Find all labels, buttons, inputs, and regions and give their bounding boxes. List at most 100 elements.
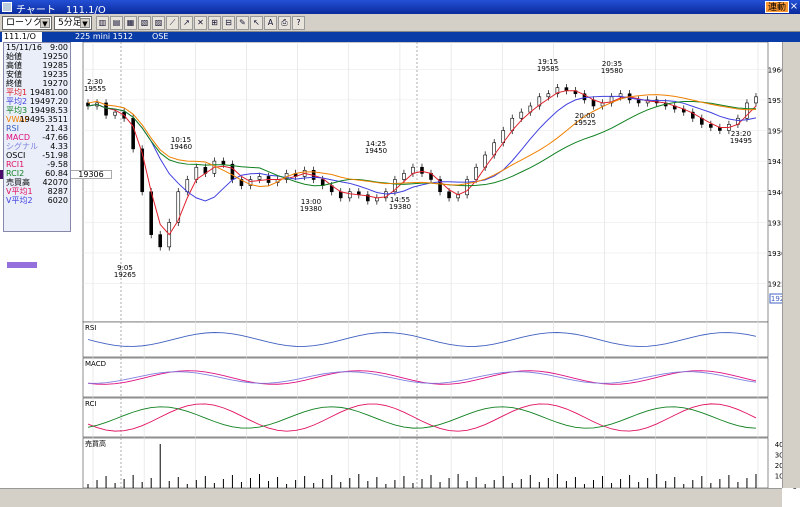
candle-body <box>447 191 451 199</box>
candle-body <box>347 191 352 199</box>
toolbar: ローソク ▼ 5分足 ▼ ▥ ▤ ▦ ▧ ▨ ⟋ ↗ ✕ ⊞ ⊟ ✎ ↖ A ⎙ ? <box>0 14 800 32</box>
candle-body <box>411 166 415 174</box>
candle-body <box>402 173 406 180</box>
candle-body <box>149 191 153 235</box>
info-row: MACD -47.66 <box>4 133 70 142</box>
info-key: 高値 <box>6 61 22 70</box>
interval-label: 5分足 <box>58 18 82 28</box>
candle-body <box>709 124 713 128</box>
candle-body <box>420 166 424 174</box>
info-key: OSCI <box>6 151 26 160</box>
info-key: 平均3 <box>6 106 28 115</box>
annotation-price: 19265 <box>114 271 136 279</box>
info-key: 15/11/16 <box>6 43 42 52</box>
candle-body <box>636 99 641 104</box>
candle-icon[interactable]: ▤ <box>110 16 123 30</box>
chart-type-dropdown[interactable]: ローソク ▼ <box>2 16 52 30</box>
info-key: V平均1 <box>6 187 33 196</box>
candle-body <box>320 179 325 186</box>
annotation-price: 19555 <box>84 85 106 93</box>
symbol-header: 111.1/O 225 mini 1512 OSE <box>0 32 800 42</box>
info-row: V平均1 8287 <box>4 187 70 196</box>
info-row: 始値 19250 <box>4 52 70 61</box>
info-key: シグナル <box>6 142 38 151</box>
chart-area[interactable]: 2:309:0010:0011:0012:0013:0014:0016:3018… <box>0 42 800 507</box>
info-row: 売買高 42070 <box>4 178 70 187</box>
macd-panel-frame <box>82 357 769 398</box>
info-key: V平均2 <box>6 196 33 205</box>
macd-label: MACD <box>85 360 106 368</box>
info-key: 始値 <box>6 52 22 61</box>
info-row: 平均3 19498.53 <box>4 106 70 115</box>
interval-dropdown[interactable]: 5分足 ▼ <box>54 16 92 30</box>
symbol-code-input[interactable]: 111.1/O <box>2 32 42 42</box>
close-icon[interactable]: × <box>789 1 799 13</box>
pen-icon[interactable]: ✎ <box>236 16 249 30</box>
app-icon <box>2 2 12 12</box>
volume-icon[interactable]: ▨ <box>152 16 165 30</box>
info-key: 平均2 <box>6 97 28 106</box>
info-value: 19495.3511 <box>19 115 68 124</box>
sync-button[interactable]: 連動 <box>765 1 789 13</box>
chevron-down-icon: ▼ <box>80 18 90 28</box>
crosshair-icon[interactable]: ✕ <box>194 16 207 30</box>
info-value: 21.43 <box>45 124 68 133</box>
candle-body <box>113 111 117 116</box>
annotation-price: 19380 <box>300 205 322 213</box>
info-value: 6020 <box>47 196 68 205</box>
info-row: RSI 21.43 <box>4 124 70 133</box>
annotation-price: 19460 <box>170 143 192 151</box>
info-panel: 15/11/16 9:00 始値 19250 高値 19285 安値 19235 終値 19270… <box>3 42 71 232</box>
line-chart-icon[interactable]: ⟋ <box>166 16 179 30</box>
ruler-icon[interactable]: ⊟ <box>222 16 235 30</box>
price-scale-bar[interactable] <box>782 42 800 488</box>
info-key: 平均1 <box>6 88 28 97</box>
trend-icon[interactable]: ↗ <box>180 16 193 30</box>
candle-body <box>131 117 135 150</box>
grid-icon[interactable]: ▦ <box>124 16 137 30</box>
chart-canvas[interactable]: 2:309:0010:0011:0012:0013:0014:0016:3018… <box>0 42 800 507</box>
info-row: RCI2 60.84 <box>4 169 70 178</box>
rsi-label: RSI <box>85 324 96 332</box>
annotation-price: 19450 <box>365 147 387 155</box>
bar-chart-icon[interactable]: ▥ <box>96 16 109 30</box>
exchange-name: OSE <box>152 32 169 41</box>
help-icon[interactable]: ? <box>292 16 305 30</box>
info-row: VWAP 19495.3511 <box>4 115 70 124</box>
candle-body <box>257 176 262 180</box>
info-value: 4.33 <box>50 142 68 151</box>
cursor-value-label: 19306 <box>70 170 112 179</box>
vol-panel-frame <box>82 437 769 489</box>
candle-body <box>158 234 163 248</box>
annotation-price: 19495 <box>730 137 752 145</box>
pointer-icon[interactable]: ↖ <box>250 16 263 30</box>
info-value: 19497.20 <box>29 97 68 106</box>
info-key: RSI <box>6 124 19 133</box>
text-icon[interactable]: A <box>264 16 277 30</box>
info-key: MACD <box>6 133 30 142</box>
info-key: RCI2 <box>6 169 25 178</box>
rsi-panel-frame <box>82 321 769 358</box>
range-marker <box>7 262 37 268</box>
info-value: 19270 <box>42 79 68 88</box>
vol-label: 売買高 <box>85 439 106 448</box>
info-row: 平均1 19481.00 <box>4 88 70 97</box>
info-key: 売買高 <box>6 178 30 187</box>
zoom-icon[interactable]: ⊞ <box>208 16 221 30</box>
print-icon[interactable]: ⎙ <box>278 16 291 30</box>
info-value: 9:00 <box>50 43 68 52</box>
chart-window: チャート 111.1/O 連動 × ローソク ▼ 5分足 ▼ ▥ ▤ ▦ ▧ ▨ ⟋… <box>0 0 800 507</box>
annotation-price: 19380 <box>389 203 411 211</box>
table-icon[interactable]: ▧ <box>138 16 151 30</box>
rci-panel-frame <box>82 397 769 438</box>
horizontal-scrollbar[interactable] <box>0 488 782 507</box>
candle-body <box>194 166 199 180</box>
info-row: 高値 19285 <box>4 61 70 70</box>
candle-body <box>754 96 758 104</box>
info-key: 安値 <box>6 70 22 79</box>
annotation-price: 19585 <box>537 65 559 73</box>
candle-body <box>546 93 551 98</box>
title-bar[interactable]: チャート 111.1/O 連動 × <box>0 0 800 16</box>
info-row: RCI1 -9.58 <box>4 160 70 169</box>
info-value: 8287 <box>47 187 68 196</box>
